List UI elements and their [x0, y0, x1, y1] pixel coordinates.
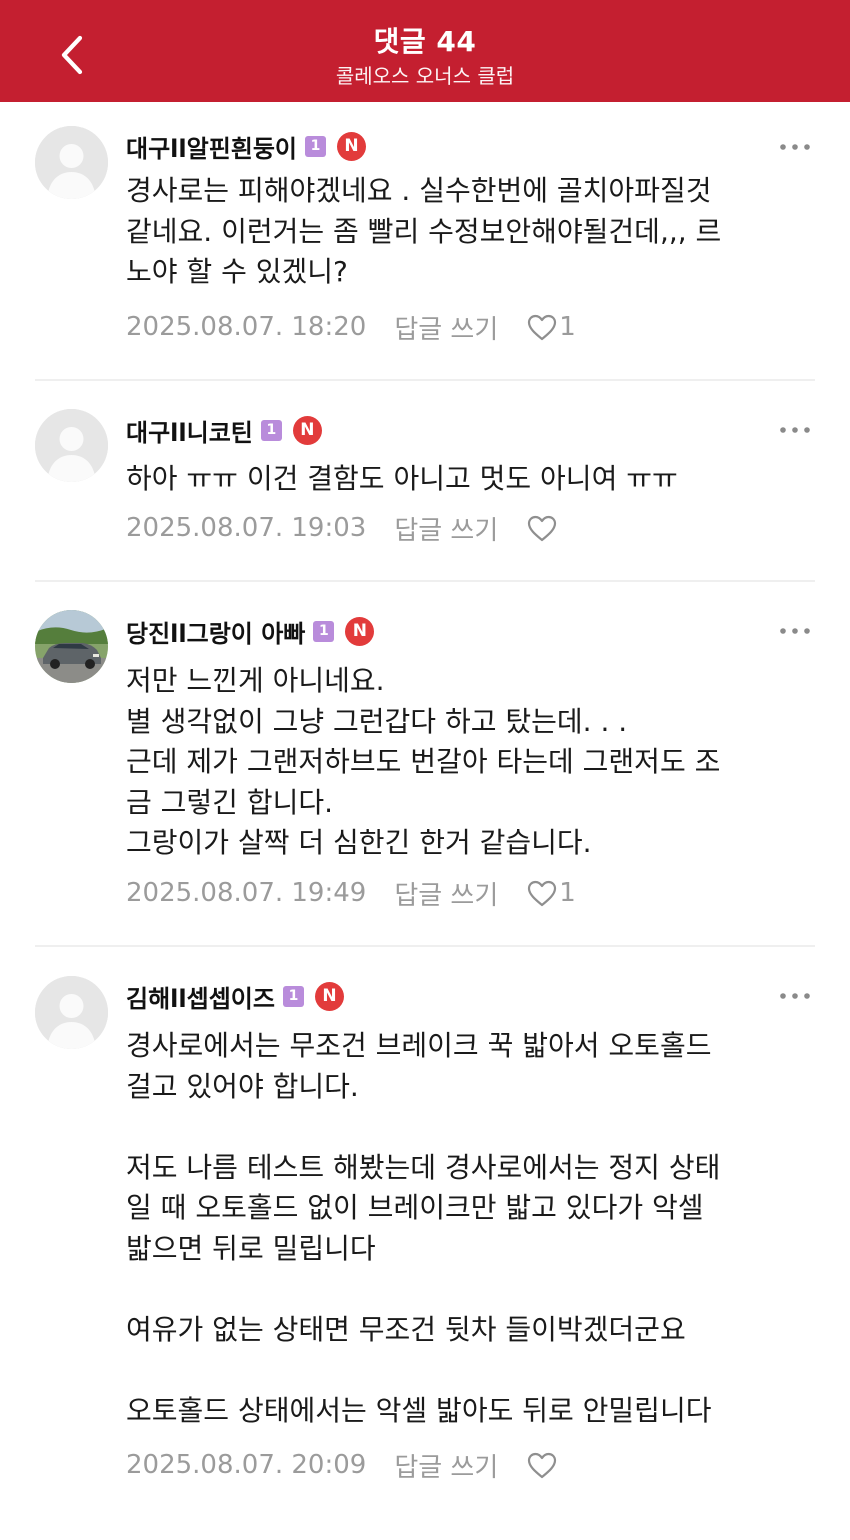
divider [35, 945, 815, 947]
heart-outline-icon [528, 515, 557, 542]
new-badge: N [345, 616, 375, 646]
author-row: 대구ll알핀흰둥이 1 N [126, 126, 367, 166]
member-level-badge: 1 [260, 419, 282, 441]
reply-button[interactable]: 답글 쓰기 [394, 875, 498, 912]
default-person-icon [35, 126, 108, 199]
like-button[interactable]: 1 [526, 312, 576, 342]
more-options-button[interactable] [778, 621, 812, 641]
member-level-badge: 1 [282, 985, 304, 1007]
member-level-badge: 1 [313, 620, 335, 642]
page-title: 댓글 44 [373, 25, 477, 58]
comment-date: 2025.08.07. 18:20 [126, 312, 367, 342]
comment-date: 2025.08.07. 19:03 [126, 513, 367, 543]
avatar[interactable] [35, 126, 108, 199]
reply-button[interactable]: 답글 쓰기 [394, 309, 498, 346]
new-badge: N [292, 415, 322, 445]
author-nickname[interactable]: 김해ll셉셉이즈 [126, 979, 275, 1014]
car-photo-avatar-icon [35, 610, 108, 683]
more-dots-icon [780, 628, 810, 634]
divider [35, 379, 815, 381]
new-badge: N [314, 981, 344, 1011]
default-person-icon [35, 409, 108, 482]
heart-outline-icon [528, 314, 557, 341]
comment-meta: 2025.08.07. 19:49 답글 쓰기 1 [126, 873, 576, 913]
author-nickname[interactable]: 대구ll니코틴 [126, 413, 253, 448]
like-count: 1 [559, 878, 576, 908]
author-row: 대구ll니코틴 1 N [126, 410, 322, 450]
avatar[interactable] [35, 409, 108, 482]
divider [35, 580, 815, 582]
comment-text: 하아 ㅠㅠ 이건 결함도 아니고 멋도 아니여 ㅠㅠ [126, 462, 678, 495]
like-count: 1 [559, 312, 576, 342]
comment-meta: 2025.08.07. 18:20 답글 쓰기 1 [126, 307, 576, 347]
more-dots-icon [780, 993, 810, 999]
more-options-button[interactable] [778, 137, 812, 157]
avatar[interactable] [35, 976, 108, 1049]
comment-date: 2025.08.07. 20:09 [126, 1450, 367, 1480]
comment-meta: 2025.08.07. 19:03 답글 쓰기 [126, 508, 559, 548]
comment-text: 저만 느낀게 아니네요. 별 생각없이 그냥 그런갑다 하고 탔는데. . . … [126, 664, 721, 859]
author-row: 당진ll그랑이 아빠 1 N [126, 611, 375, 651]
author-nickname[interactable]: 당진ll그랑이 아빠 [126, 614, 305, 649]
author-row: 김해ll셉셉이즈 1 N [126, 976, 344, 1016]
cafe-name: 콜레오스 오너스 클럽 [335, 64, 515, 88]
member-level-badge: 1 [305, 135, 327, 157]
top-app-bar: 댓글 44 콜레오스 오너스 클럽 [0, 0, 850, 102]
comment-date: 2025.08.07. 19:49 [126, 878, 367, 908]
like-button[interactable]: 1 [526, 878, 576, 908]
comment-meta: 2025.08.07. 20:09 답글 쓰기 [126, 1445, 559, 1485]
default-person-icon [35, 976, 108, 1049]
heart-outline-icon [528, 880, 557, 907]
more-options-button[interactable] [778, 986, 812, 1006]
more-dots-icon [780, 144, 810, 150]
like-button[interactable] [526, 1451, 559, 1479]
more-dots-icon [780, 427, 810, 433]
avatar[interactable] [35, 610, 108, 683]
new-badge: N [337, 131, 367, 161]
reply-button[interactable]: 답글 쓰기 [394, 1447, 498, 1484]
comment-text: 경사로에서는 무조건 브레이크 꾹 밟아서 오토홀드 걸고 있어야 합니다. 저… [126, 1029, 721, 1427]
more-options-button[interactable] [778, 420, 812, 440]
like-button[interactable] [526, 514, 559, 542]
heart-outline-icon [528, 1452, 557, 1479]
author-nickname[interactable]: 대구ll알핀흰둥이 [126, 129, 297, 164]
reply-button[interactable]: 답글 쓰기 [394, 510, 498, 547]
comment-text: 경사로는 피해야겠네요 . 실수한번에 골치아파질것 같네요. 이런거는 좀 빨… [126, 174, 722, 288]
